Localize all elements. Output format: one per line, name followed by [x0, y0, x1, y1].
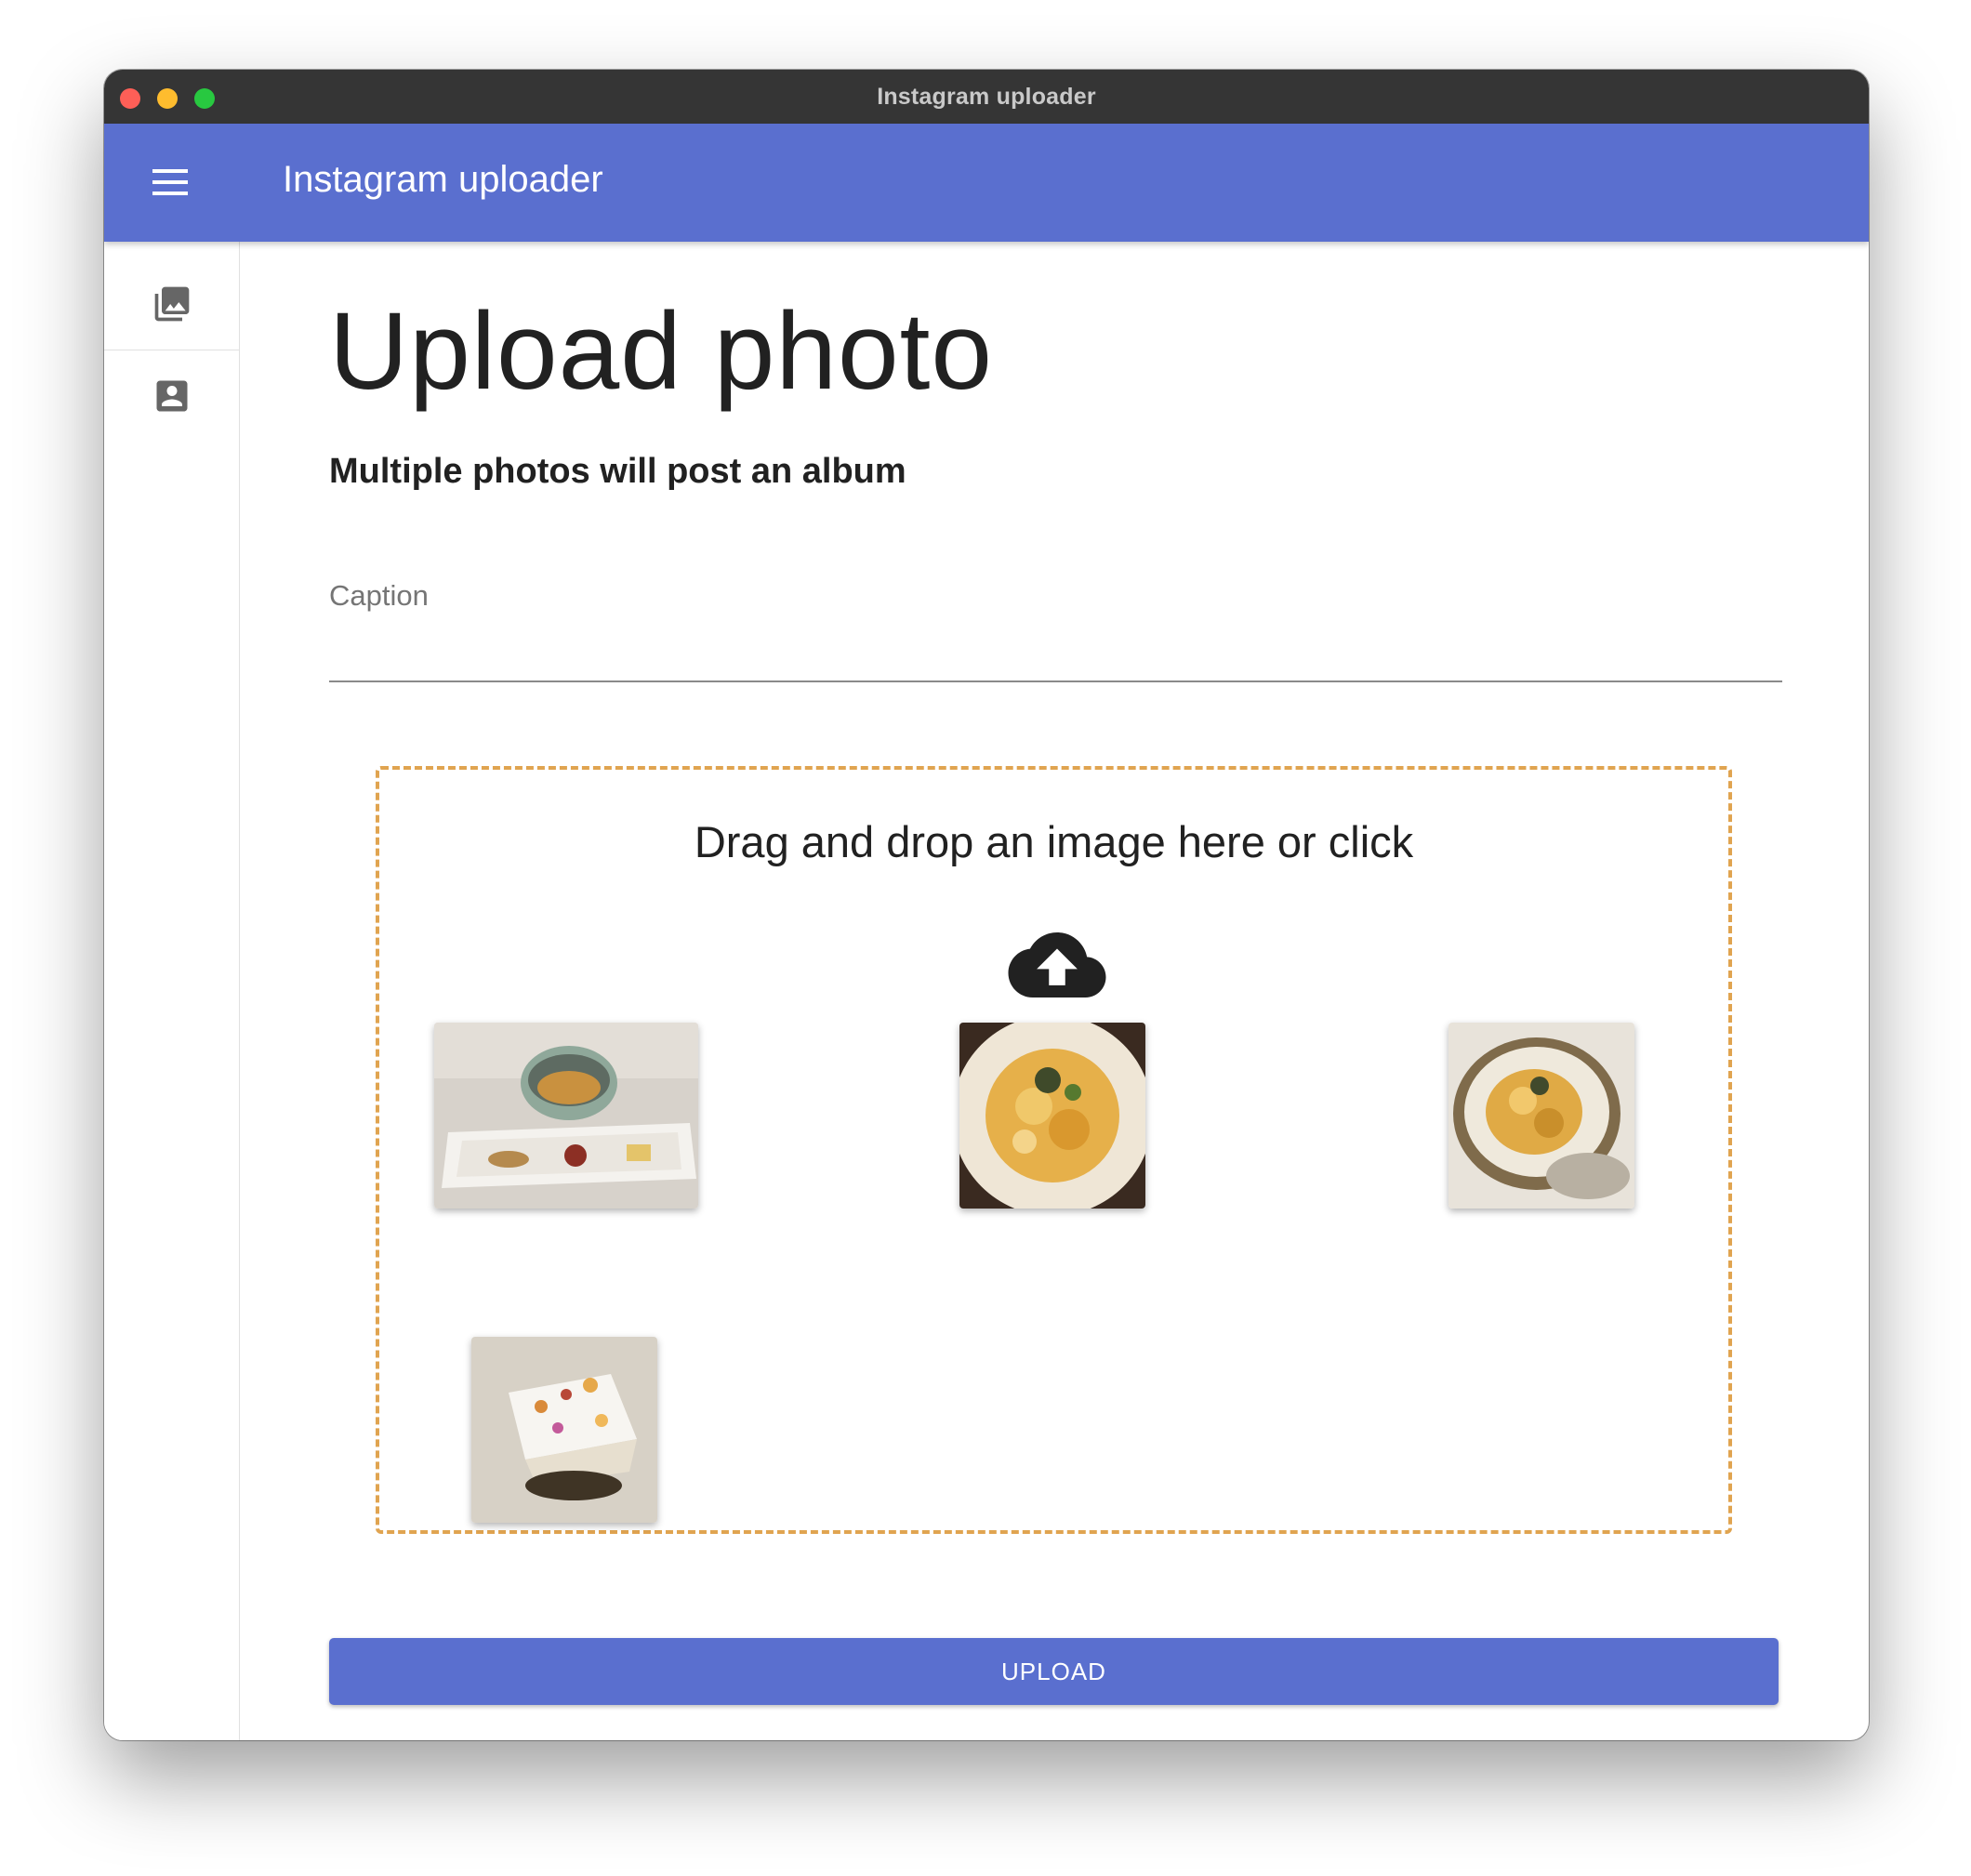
- account-box-icon: [156, 380, 187, 412]
- sidebar-item-account[interactable]: [104, 350, 239, 442]
- image-dropzone[interactable]: Drag and drop an image here or click: [376, 766, 1732, 1534]
- window-titlebar: Instagram uploader: [104, 70, 1869, 124]
- window-title: Instagram uploader: [877, 83, 1096, 110]
- close-window-button[interactable]: [120, 88, 140, 109]
- photo-library-icon: [154, 286, 189, 322]
- main-content: Upload photo Multiple photos will post a…: [329, 242, 1869, 1740]
- minimize-window-button[interactable]: [157, 88, 178, 109]
- sidebar-item-photos[interactable]: [104, 258, 239, 350]
- sidebar: [104, 242, 240, 1740]
- caption-input[interactable]: [329, 623, 1782, 682]
- app-window: Instagram uploader Instagram uploader Up…: [104, 70, 1869, 1740]
- page-title: Upload photo: [329, 290, 994, 413]
- photo-thumbnail-1[interactable]: [434, 1023, 698, 1209]
- app-bar: Instagram uploader: [104, 124, 1869, 242]
- caption-label: Caption: [329, 579, 429, 612]
- photo-thumbnail-2[interactable]: [959, 1023, 1145, 1209]
- cloud-upload-icon: [1008, 932, 1106, 997]
- photo-thumbnail-4[interactable]: [471, 1337, 657, 1523]
- maximize-window-button[interactable]: [194, 88, 215, 109]
- hamburger-menu-icon[interactable]: [152, 169, 188, 195]
- photo-thumbnail-3[interactable]: [1448, 1023, 1634, 1209]
- page-subtitle: Multiple photos will post an album: [329, 452, 906, 491]
- app-bar-title: Instagram uploader: [283, 159, 603, 200]
- upload-button[interactable]: UPLOAD: [329, 1638, 1779, 1705]
- dropzone-text: Drag and drop an image here or click: [694, 817, 1414, 866]
